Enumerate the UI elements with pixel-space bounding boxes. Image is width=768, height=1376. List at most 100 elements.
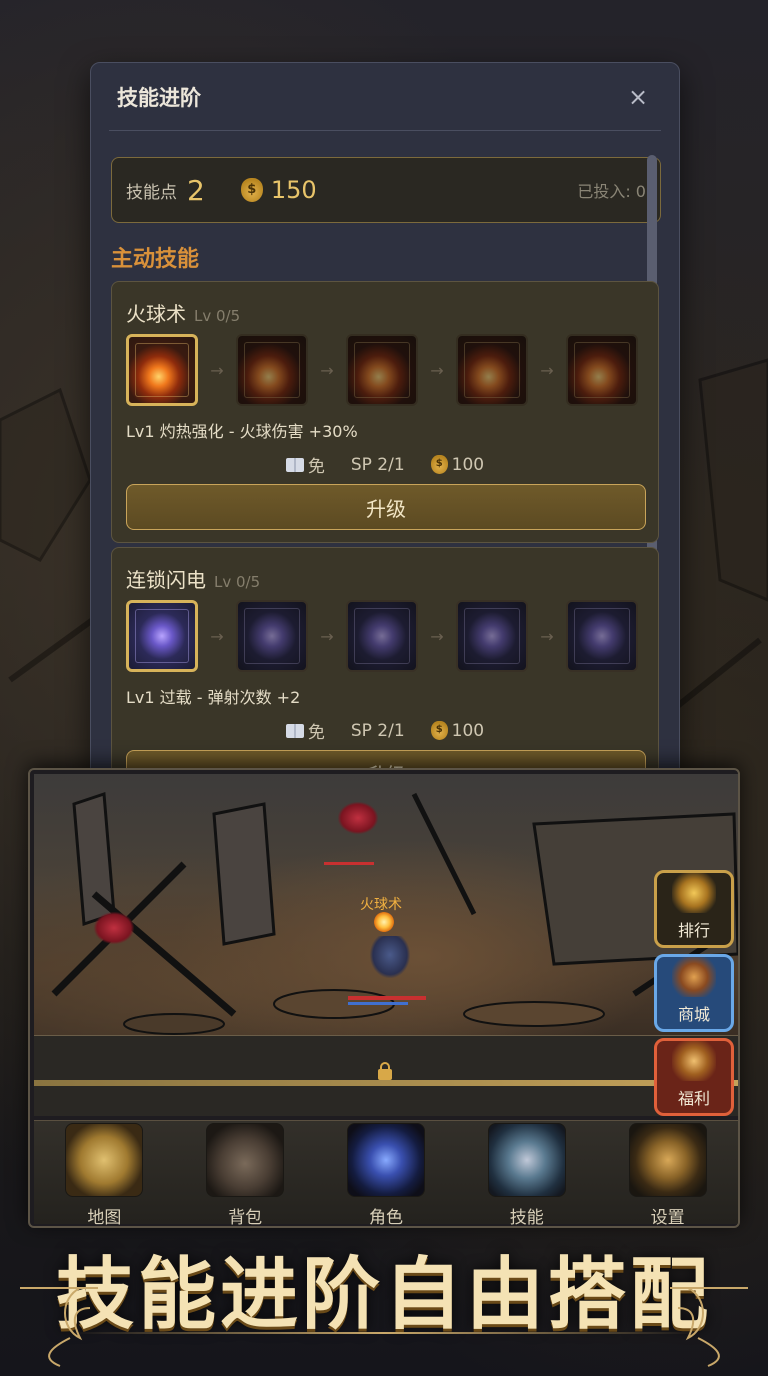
character-icon — [346, 1123, 425, 1197]
nav-label: 设置 — [650, 1208, 685, 1228]
cost-row: 免 SP 2/1 100 — [112, 452, 658, 477]
invested-label: 已投入: 0 — [577, 182, 646, 201]
arrow-right-icon: → — [210, 360, 224, 380]
nav-item-map[interactable]: 地图 — [54, 1123, 154, 1228]
close-icon[interactable]: × — [623, 83, 653, 111]
cost-sp: SP 2/1 — [350, 454, 405, 475]
skill-name: 火球术 Lv 0/5 — [126, 298, 240, 327]
skill-node-row: → → → → — [126, 334, 638, 406]
welfare-button[interactable]: 福利 — [654, 1038, 734, 1116]
nav-item-skills[interactable]: 技能 — [477, 1123, 577, 1228]
banner-divider — [70, 1332, 698, 1334]
backpack-icon — [206, 1123, 285, 1197]
book-icon — [285, 457, 304, 472]
cost-book: 免 — [285, 718, 325, 743]
player-health-bar — [348, 996, 426, 1000]
banner-text: 技能进阶自由搭配 — [55, 1249, 712, 1340]
gift-icon — [672, 1041, 716, 1081]
player-mana-bar — [348, 1002, 408, 1005]
cost-book: 免 — [285, 452, 325, 477]
floating-skill-text: 火球术 — [360, 897, 402, 913]
fireball-icon[interactable] — [566, 334, 638, 406]
map-icon — [65, 1123, 144, 1197]
skill-points-label: 技能点 — [126, 182, 177, 203]
arrow-right-icon: → — [320, 626, 334, 646]
nav-label: 地图 — [87, 1208, 122, 1228]
skill-points-bar: 技能点 2 150 已投入: 0 — [111, 157, 661, 223]
ornament-right-icon — [670, 1287, 748, 1367]
cost-sp: SP 2/1 — [350, 720, 405, 741]
shop-label: 商城 — [677, 1005, 710, 1024]
lightning-icon[interactable] — [456, 600, 528, 672]
book-icon — [285, 723, 304, 738]
lightning-icon[interactable] — [236, 600, 308, 672]
arrow-right-icon: → — [430, 626, 444, 646]
skill-name: 连锁闪电 Lv 0/5 — [126, 564, 260, 593]
shop-button[interactable]: 商城 — [654, 954, 734, 1032]
gold-value: 150 — [270, 176, 317, 204]
lightning-icon[interactable] — [346, 600, 418, 672]
nav-label: 背包 — [228, 1208, 263, 1228]
nav-item-backpack[interactable]: 背包 — [195, 1123, 295, 1228]
player-character — [370, 936, 410, 978]
enemy-health-bar — [324, 862, 374, 865]
shop-icon — [672, 957, 716, 997]
arrow-right-icon: → — [540, 626, 554, 646]
skill-name-text: 连锁闪电 — [126, 568, 206, 592]
lock-icon — [378, 1062, 394, 1080]
ornament-left-icon — [20, 1287, 98, 1367]
cost-gold-value: 100 — [451, 454, 485, 475]
gear-icon — [628, 1123, 707, 1197]
arrow-right-icon: → — [320, 360, 334, 380]
nav-item-character[interactable]: 角色 — [336, 1123, 436, 1228]
fireball-icon[interactable] — [456, 334, 528, 406]
fireball-icon[interactable] — [346, 334, 418, 406]
cost-gold: 100 — [430, 452, 485, 477]
ranking-button[interactable]: 排行 — [654, 870, 734, 948]
skill-book-icon — [487, 1123, 566, 1197]
gold-bag-icon — [240, 178, 263, 202]
cost-row: 免 SP 2/1 100 — [112, 718, 658, 743]
welfare-label: 福利 — [677, 1089, 710, 1108]
trophy-icon — [672, 873, 716, 913]
skill-advance-modal: 技能进阶 × 技能点 2 150 已投入: 0 主动技能 火球术 Lv 0/5 →… — [90, 62, 680, 782]
skill-points-value: 2 — [187, 173, 205, 207]
arrow-right-icon: → — [210, 626, 224, 646]
lightning-icon[interactable] — [126, 600, 198, 672]
gold-bag-icon — [430, 721, 448, 740]
bottom-navbar: 地图 背包 角色 技能 设置 — [34, 1120, 738, 1226]
fireball-icon[interactable] — [126, 334, 198, 406]
fireball-projectile — [374, 912, 394, 932]
skill-level: Lv 0/5 — [194, 307, 241, 325]
upgrade-button[interactable]: 升级 — [126, 484, 646, 530]
game-viewport: 火球术 地图 背包 角色 技能 设置 — [28, 768, 740, 1228]
skill-card-fireball: 火球术 Lv 0/5 → → → → Lv1 灼热强化 - 火球伤害 +30% 免… — [111, 281, 659, 543]
cost-book-value: 免 — [307, 457, 325, 477]
nav-item-settings[interactable]: 设置 — [618, 1123, 718, 1228]
cost-gold: 100 — [430, 718, 485, 743]
skill-level: Lv 0/5 — [214, 573, 261, 591]
arrow-right-icon: → — [430, 360, 444, 380]
nav-label: 技能 — [509, 1208, 544, 1228]
lightning-icon[interactable] — [566, 600, 638, 672]
gold-bag-icon — [430, 455, 448, 474]
fireball-icon[interactable] — [236, 334, 308, 406]
skill-node-description: Lv1 过载 - 弹射次数 +2 — [126, 688, 301, 707]
promo-banner: 技能进阶自由搭配 — [0, 1228, 768, 1376]
enemy-demon-hound[interactable] — [94, 912, 134, 944]
ranking-label: 排行 — [677, 921, 710, 940]
nav-label: 角色 — [368, 1208, 403, 1228]
arrow-right-icon: → — [540, 360, 554, 380]
modal-title: 技能进阶 — [117, 85, 201, 110]
cost-gold-value: 100 — [451, 720, 485, 741]
skill-node-description: Lv1 灼热强化 - 火球伤害 +30% — [126, 422, 358, 441]
modal-header: 技能进阶 × — [109, 63, 661, 131]
skill-node-row: → → → → — [126, 600, 638, 672]
cost-book-value: 免 — [307, 723, 325, 743]
skill-name-text: 火球术 — [126, 302, 186, 326]
skill-card-chain-lightning: 连锁闪电 Lv 0/5 → → → → Lv1 过载 - 弹射次数 +2 免 SP… — [111, 547, 659, 781]
experience-bar — [34, 1080, 738, 1086]
battle-scene[interactable]: 火球术 — [34, 774, 738, 1036]
enemy-demon-hound[interactable] — [338, 802, 378, 834]
experience-panel — [34, 1036, 738, 1116]
